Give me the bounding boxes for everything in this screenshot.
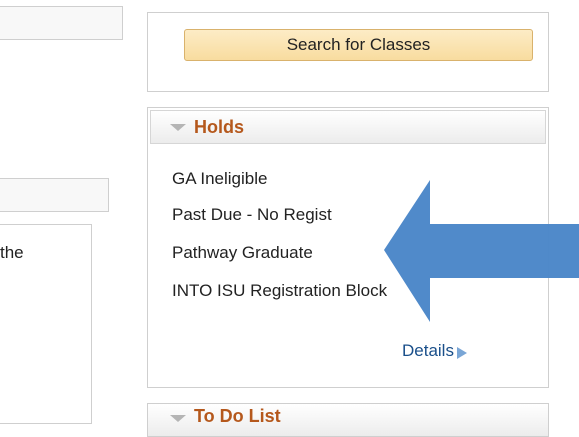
annotation-arrow-icon: [384, 180, 579, 322]
